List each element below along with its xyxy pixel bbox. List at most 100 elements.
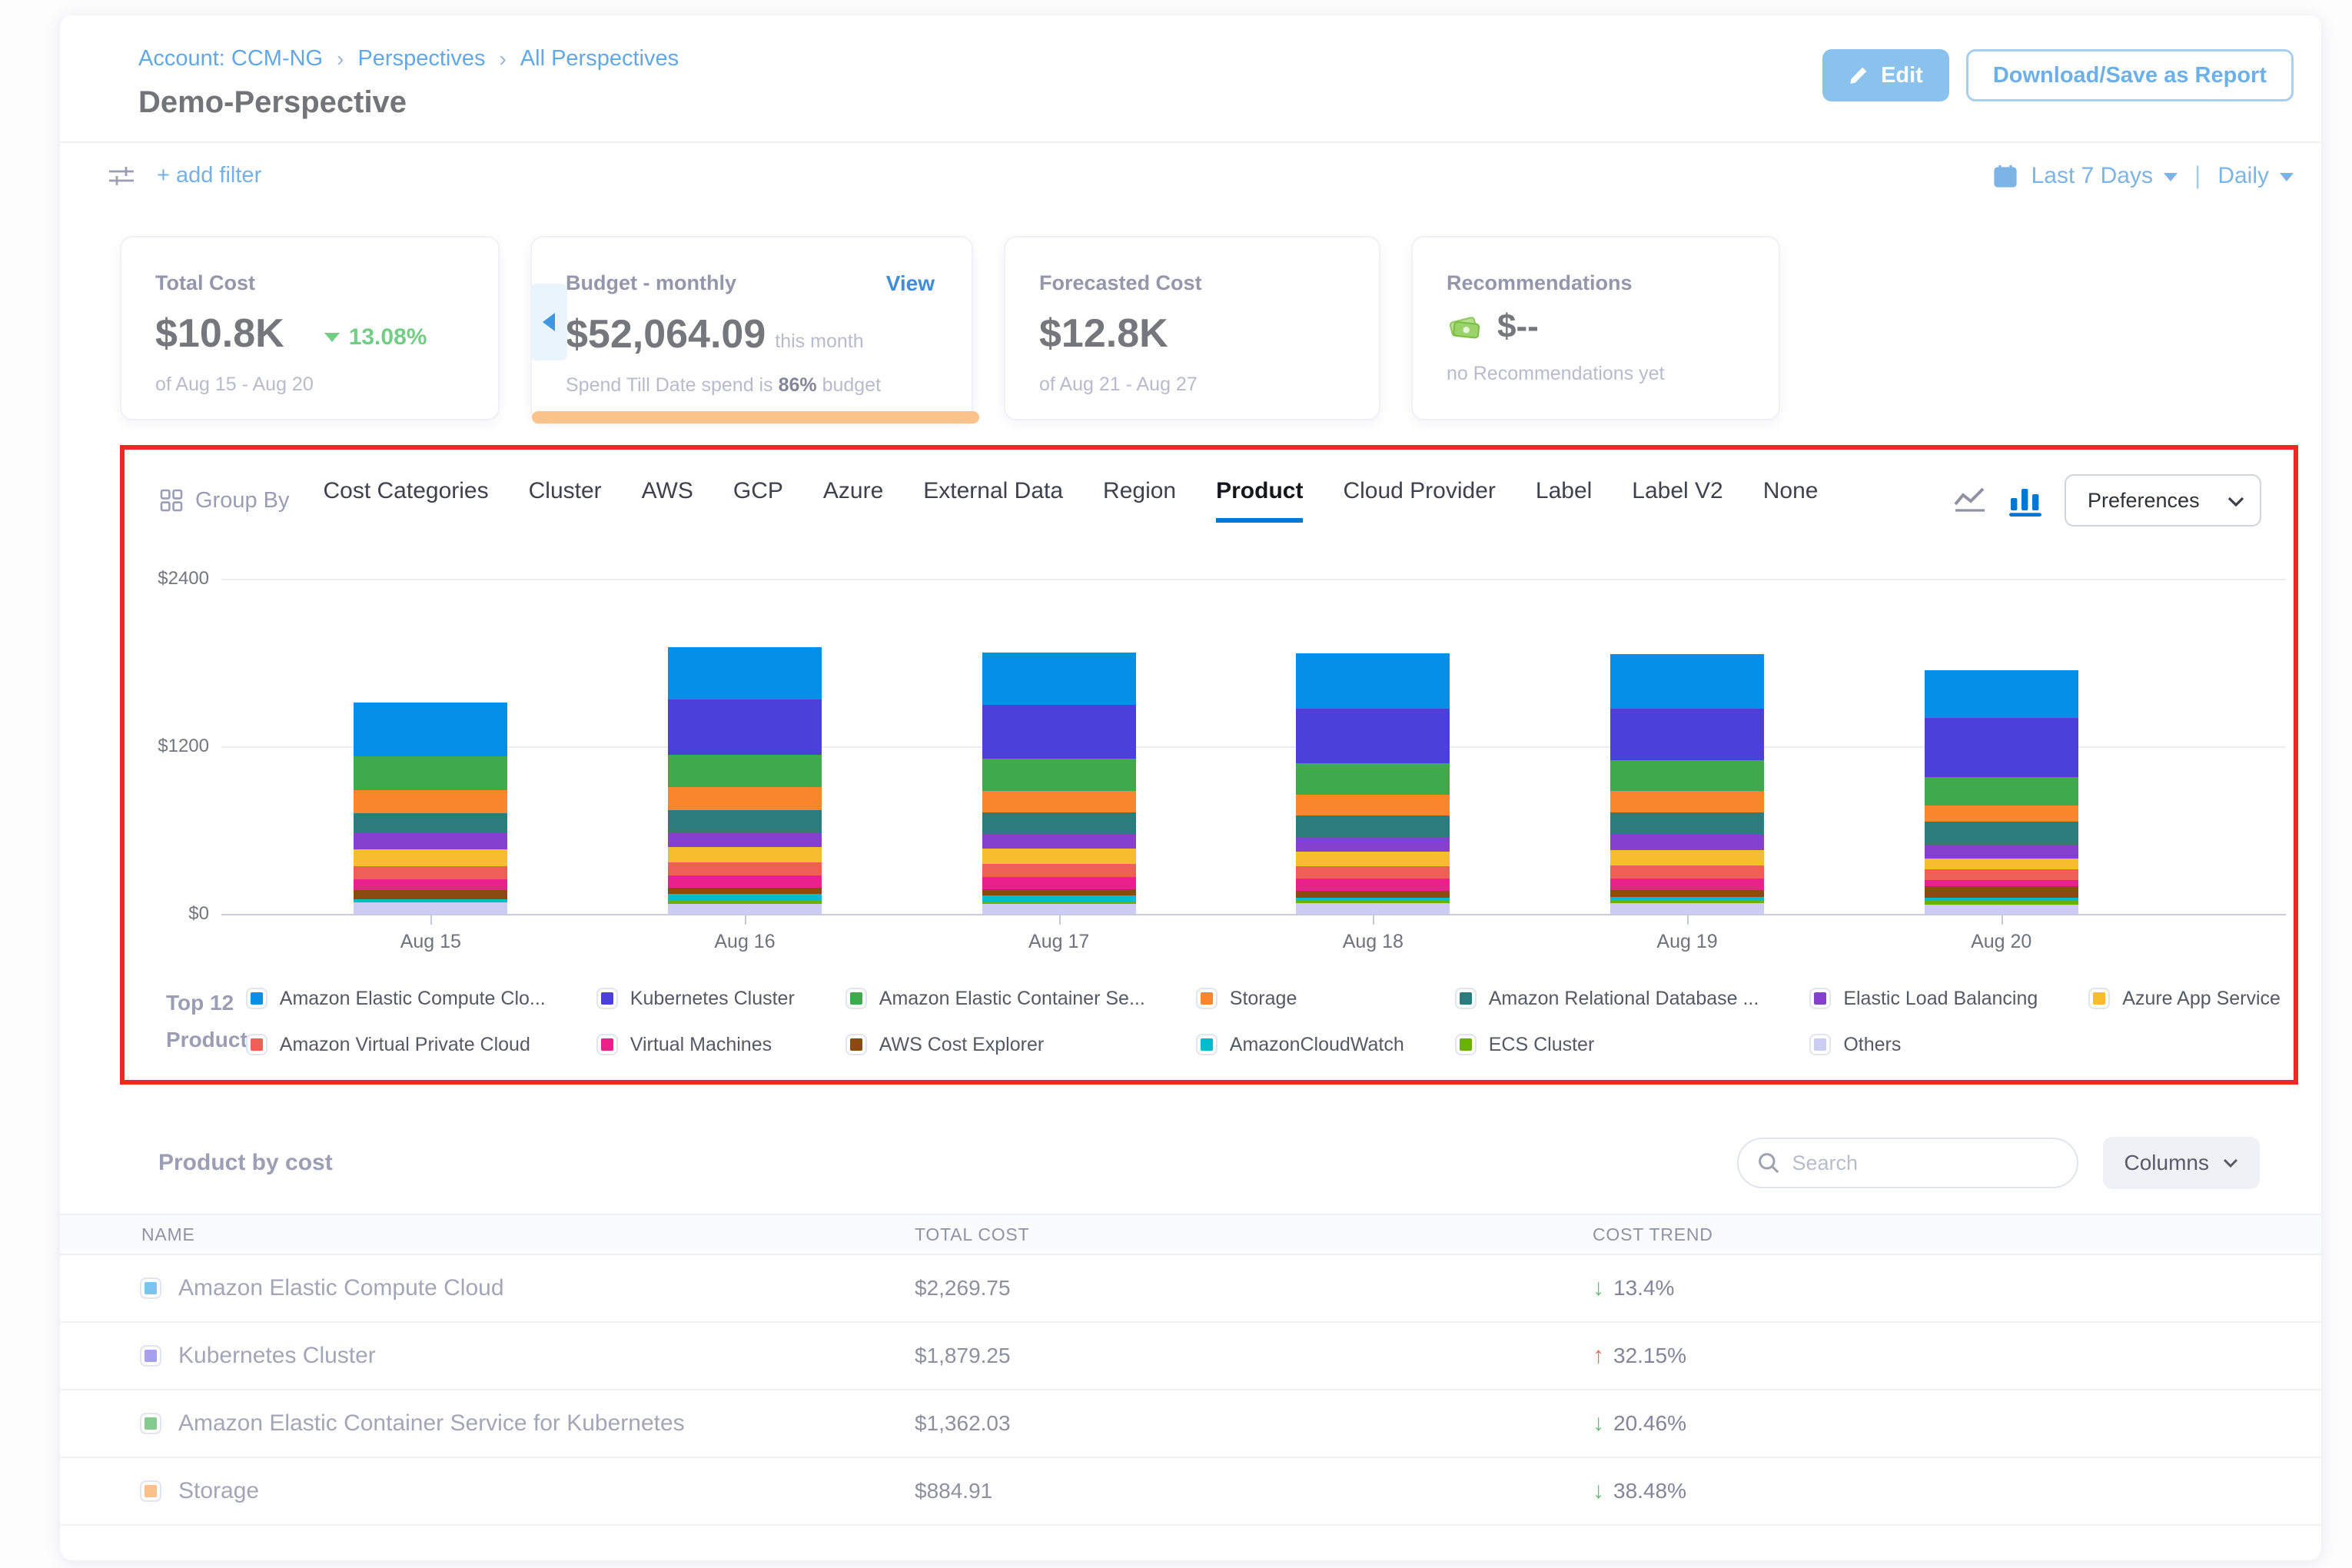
table-row-amazon-elastic-compute-cloud[interactable]: Amazon Elastic Compute Cloud$2,269.75↓13… <box>60 1255 2321 1323</box>
x-axis-tick <box>1687 914 1689 925</box>
filter-bar: + add filter Last 7 Days | Daily <box>60 143 2321 208</box>
bar-segment-others <box>354 902 507 914</box>
tab-label[interactable]: Label <box>1536 478 1592 523</box>
legend-item-ecs-cluster[interactable]: ECS Cluster <box>1457 1034 1759 1056</box>
time-controls: Last 7 Days | Daily <box>1993 161 2294 190</box>
bar-segment-amazon-elastic-compute-clo <box>668 647 822 699</box>
stacked-bar-aug-19[interactable] <box>1610 654 1764 914</box>
x-slot: Aug 17 <box>902 914 1216 966</box>
granularity-value: Daily <box>2217 163 2269 189</box>
x-axis-tick <box>1059 914 1061 925</box>
stacked-bar-aug-16[interactable] <box>668 647 822 914</box>
cell-name[interactable]: Amazon Elastic Compute Cloud <box>141 1275 915 1301</box>
bar-segment-kubernetes-cluster <box>982 705 1136 759</box>
bar-segment-azure-app-service <box>354 849 507 866</box>
legend-label: Amazon Elastic Compute Clo... <box>280 988 546 1010</box>
add-filter-button[interactable]: + add filter <box>157 163 261 188</box>
legend-item-amazon-elastic-compute-clo[interactable]: Amazon Elastic Compute Clo... <box>247 988 546 1010</box>
preferences-dropdown[interactable]: Preferences <box>2065 474 2261 527</box>
tab-external-data[interactable]: External Data <box>923 478 1063 523</box>
legend-item-azure-app-service[interactable]: Azure App Service <box>2090 988 2281 1010</box>
tab-none[interactable]: None <box>1763 478 1819 523</box>
group-by-label-wrap: Group By <box>160 488 290 513</box>
legend-item-others[interactable]: Others <box>1811 1034 2038 1056</box>
legend-item-amazon-elastic-container-se[interactable]: Amazon Elastic Container Se... <box>847 988 1145 1010</box>
bar-segment-storage <box>354 790 507 812</box>
legend-item-kubernetes-cluster[interactable]: Kubernetes Cluster <box>598 988 795 1010</box>
total-cost-value: $10.8K13.08% <box>155 311 467 357</box>
bar-slot-aug-15 <box>274 579 588 914</box>
tab-gcp[interactable]: GCP <box>733 478 783 523</box>
y-axis-tick-label: $0 <box>132 903 209 925</box>
x-axis-label: Aug 20 <box>1971 931 2031 953</box>
tab-region[interactable]: Region <box>1103 478 1176 523</box>
chevron-down-icon <box>2223 1158 2238 1168</box>
cell-name[interactable]: Kubernetes Cluster <box>141 1343 915 1369</box>
legend-item-storage[interactable]: Storage <box>1198 988 1404 1010</box>
legend-item-amazon-virtual-private-cloud[interactable]: Amazon Virtual Private Cloud <box>247 1034 546 1056</box>
columns-button[interactable]: Columns <box>2103 1137 2260 1189</box>
forecasted-cost-period: of Aug 21 - Aug 27 <box>1039 374 1348 396</box>
tab-azure[interactable]: Azure <box>823 478 883 523</box>
x-axis-tick <box>430 914 432 925</box>
tab-label-v2[interactable]: Label V2 <box>1632 478 1722 523</box>
table-row-storage[interactable]: Storage$884.91↓38.48% <box>60 1458 2321 1526</box>
forecasted-cost-card: Forecasted Cost $12.8K of Aug 21 - Aug 2… <box>1004 236 1380 420</box>
stacked-bar-aug-15[interactable] <box>354 703 507 914</box>
x-axis-label: Aug 16 <box>714 931 775 953</box>
legend-label: AmazonCloudWatch <box>1230 1034 1404 1056</box>
date-range-dropdown[interactable]: Last 7 Days <box>2031 163 2178 189</box>
legend-item-virtual-machines[interactable]: Virtual Machines <box>598 1034 795 1056</box>
breadcrumb-account[interactable]: Account: CCM-NG <box>138 46 323 71</box>
bar-segment-kubernetes-cluster <box>668 699 822 755</box>
legend-item-amazoncloudwatch[interactable]: AmazonCloudWatch <box>1198 1034 1404 1056</box>
x-axis-label: Aug 15 <box>400 931 461 953</box>
bar-segment-amazon-virtual-private-cloud <box>1296 866 1450 879</box>
tab-cloud-provider[interactable]: Cloud Provider <box>1343 478 1495 523</box>
breadcrumb-separator-icon: › <box>337 47 344 71</box>
x-axis-tick <box>2002 914 2003 925</box>
legend-swatch <box>1198 1035 1216 1054</box>
chevron-down-icon <box>2227 489 2244 513</box>
legend-item-aws-cost-explorer[interactable]: AWS Cost Explorer <box>847 1034 1145 1056</box>
cell-name[interactable]: Amazon Elastic Container Service for Kub… <box>141 1410 915 1437</box>
trend-value: 32.15% <box>1613 1344 1686 1368</box>
bar-segment-aws-cost-explorer <box>668 888 822 894</box>
tab-aws[interactable]: AWS <box>642 478 693 523</box>
legend-label: Amazon Virtual Private Cloud <box>280 1034 530 1056</box>
stacked-bar-aug-18[interactable] <box>1296 653 1450 914</box>
bar-segment-storage <box>982 791 1136 812</box>
carousel-left-arrow-button[interactable] <box>530 284 567 360</box>
budget-view-link[interactable]: View <box>886 271 935 296</box>
cell-name[interactable]: Storage <box>141 1478 915 1504</box>
download-save-report-button[interactable]: Download/Save as Report <box>1966 49 2294 101</box>
bar-segment-azure-app-service <box>1610 850 1764 865</box>
tab-cluster[interactable]: Cluster <box>529 478 602 523</box>
table-row-kubernetes-cluster[interactable]: Kubernetes Cluster$1,879.25↑32.15% <box>60 1323 2321 1390</box>
tab-cost-categories[interactable]: Cost Categories <box>324 478 489 523</box>
bar-segment-virtual-machines <box>1610 879 1764 890</box>
legend-label: AWS Cost Explorer <box>879 1034 1044 1056</box>
table-row-amazon-elastic-container-service-for-kubernetes[interactable]: Amazon Elastic Container Service for Kub… <box>60 1390 2321 1458</box>
legend-item-amazon-relational-database[interactable]: Amazon Relational Database ... <box>1457 988 1759 1010</box>
bar-segment-storage <box>1610 791 1764 812</box>
stacked-bar-aug-17[interactable] <box>982 653 1136 914</box>
bar-slot-aug-16 <box>588 579 902 914</box>
legend-label: ECS Cluster <box>1489 1034 1595 1056</box>
bar-segment-amazon-elastic-container-se <box>668 755 822 788</box>
stacked-bar-aug-20[interactable] <box>1925 670 2078 914</box>
edit-button[interactable]: Edit <box>1822 49 1949 101</box>
tab-product[interactable]: Product <box>1216 478 1303 523</box>
legend-item-elastic-load-balancing[interactable]: Elastic Load Balancing <box>1811 988 2038 1010</box>
line-chart-toggle-icon[interactable] <box>1952 486 1988 515</box>
filter-sliders-icon[interactable] <box>108 164 135 188</box>
breadcrumb-perspectives[interactable]: Perspectives <box>357 46 485 71</box>
bar-segment-aws-cost-explorer <box>1610 890 1764 897</box>
bar-segment-azure-app-service <box>668 847 822 862</box>
bar-segment-amazon-elastic-container-se <box>1925 777 2078 805</box>
bar-chart-toggle-icon[interactable] <box>2009 484 2043 517</box>
granularity-dropdown[interactable]: Daily <box>2217 163 2294 189</box>
calendar-icon <box>1993 164 2018 188</box>
search-input[interactable] <box>1792 1151 2058 1175</box>
breadcrumb-all-perspectives[interactable]: All Perspectives <box>520 46 679 71</box>
